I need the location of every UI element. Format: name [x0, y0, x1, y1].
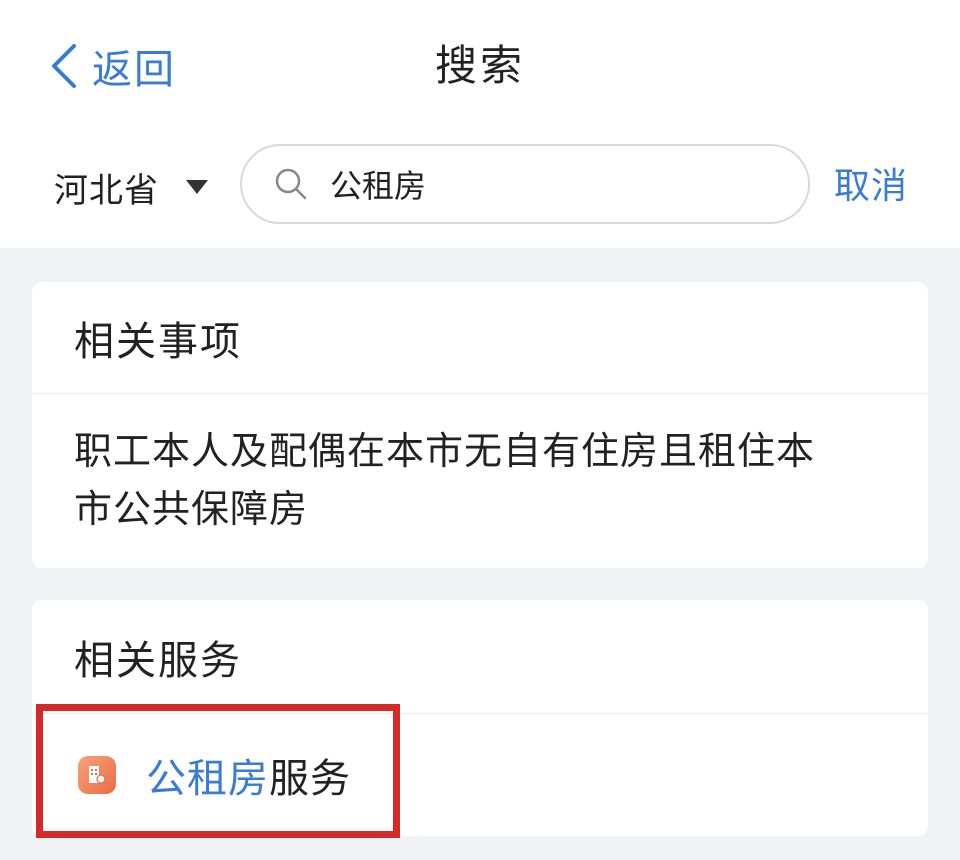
back-label: 返回 — [92, 47, 176, 93]
service-label-rest: 服务 — [269, 756, 351, 802]
service-label-highlight: 公租房 — [146, 756, 269, 802]
cancel-button[interactable]: 取消 — [834, 158, 908, 216]
search-input[interactable] — [330, 165, 750, 203]
service-item-public-rental[interactable]: 公租房服务 — [32, 714, 928, 836]
caret-down-icon — [186, 180, 208, 194]
related-services-heading: 相关服务 — [32, 600, 928, 714]
related-item-link[interactable]: 职工本人及配偶在本市无自有住房且租住本市公共保障房 — [32, 394, 874, 538]
top-bar: 返回 搜索 河北省 取消 — [0, 0, 960, 248]
back-button[interactable]: 返回 — [50, 36, 176, 96]
region-label: 河北省 — [54, 170, 159, 211]
search-icon — [275, 168, 307, 200]
related-items-heading: 相关事项 — [32, 282, 928, 394]
chevron-left-icon — [52, 44, 76, 88]
related-items-card: 相关事项 职工本人及配偶在本市无自有住房且租住本市公共保障房 — [32, 282, 928, 568]
related-services-card: 相关服务 公租房服务 — [32, 600, 928, 836]
search-bar[interactable] — [240, 144, 810, 224]
region-selector[interactable]: 河北省 — [54, 158, 209, 216]
service-label: 公租房服务 — [146, 746, 351, 804]
building-icon — [78, 756, 116, 794]
